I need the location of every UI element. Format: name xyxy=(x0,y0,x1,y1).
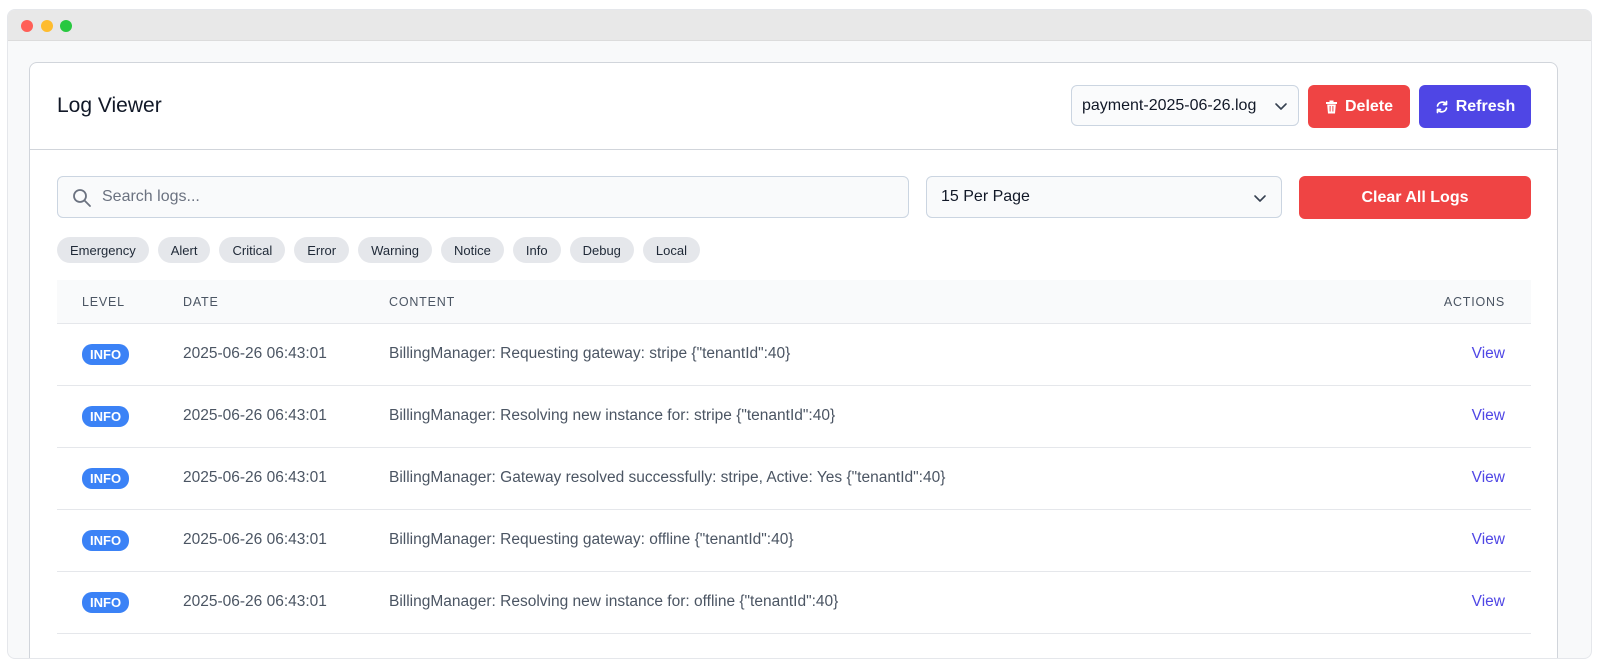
refresh-button-label: Refresh xyxy=(1455,97,1516,115)
close-window-button[interactable] xyxy=(21,20,33,32)
table-row: INFO 2025-06-26 06:43:01 BillingManager:… xyxy=(57,510,1531,572)
chevron-down-icon xyxy=(1275,103,1287,110)
table-header: LEVEL DATE CONTENT ACTIONS xyxy=(57,280,1531,324)
log-viewer-card: Log Viewer payment-2025-06-26.log Delete xyxy=(29,62,1558,658)
level-badge: INFO xyxy=(82,468,130,489)
content-cell: BillingManager: Requesting gateway: stri… xyxy=(389,345,791,362)
refresh-button[interactable]: Refresh xyxy=(1419,85,1531,128)
clear-all-logs-button[interactable]: Clear All Logs xyxy=(1299,176,1531,219)
level-badge: INFO xyxy=(82,592,130,613)
log-file-select[interactable]: payment-2025-06-26.log xyxy=(1071,85,1299,126)
table-row: INFO 2025-06-26 06:43:01 BillingManager:… xyxy=(57,324,1531,386)
date-cell: 2025-06-26 06:43:01 xyxy=(183,345,327,362)
chevron-down-icon xyxy=(1254,195,1266,202)
header-actions: ACTIONS xyxy=(1443,295,1505,309)
level-badge: INFO xyxy=(82,406,130,427)
filter-debug[interactable]: Debug xyxy=(569,237,634,263)
per-page-value: 15 Per Page xyxy=(941,188,1030,205)
filter-info[interactable]: Info xyxy=(512,237,561,263)
level-cell: INFO xyxy=(82,406,130,427)
header-date: DATE xyxy=(183,295,219,309)
view-link[interactable]: View xyxy=(1472,345,1505,363)
search-input[interactable]: Search logs... xyxy=(57,176,909,218)
refresh-icon xyxy=(1436,100,1448,113)
level-badge: INFO xyxy=(82,344,130,365)
content-cell: BillingManager: Gateway resolved success… xyxy=(389,469,946,486)
header-content: CONTENT xyxy=(389,295,456,309)
clear-all-logs-label: Clear All Logs xyxy=(1361,188,1469,206)
view-link[interactable]: View xyxy=(1472,407,1505,425)
maximize-window-button[interactable] xyxy=(60,20,72,32)
delete-button[interactable]: Delete xyxy=(1308,85,1410,128)
search-icon xyxy=(73,189,91,207)
browser-window: Log Viewer payment-2025-06-26.log Delete xyxy=(7,9,1592,659)
filter-critical[interactable]: Critical xyxy=(219,237,286,263)
filter-emergency[interactable]: Emergency xyxy=(57,237,149,263)
level-cell: INFO xyxy=(82,468,130,489)
search-placeholder: Search logs... xyxy=(102,188,200,205)
level-badge: INFO xyxy=(82,530,130,551)
filter-error[interactable]: Error xyxy=(294,237,350,263)
view-link[interactable]: View xyxy=(1472,593,1505,611)
level-cell: INFO xyxy=(82,530,130,551)
trash-icon xyxy=(1325,100,1337,113)
page-title: Log Viewer xyxy=(57,94,162,117)
log-file-select-value: payment-2025-06-26.log xyxy=(1082,96,1257,114)
title-bar xyxy=(8,10,1591,41)
logs-table: LEVEL DATE CONTENT ACTIONS INFO 2025-06-… xyxy=(57,280,1531,634)
date-cell: 2025-06-26 06:43:01 xyxy=(183,593,327,610)
header-level: LEVEL xyxy=(82,295,125,309)
content-cell: BillingManager: Resolving new instance f… xyxy=(389,407,836,424)
filter-notice[interactable]: Notice xyxy=(441,237,504,263)
content-cell: BillingManager: Resolving new instance f… xyxy=(389,593,839,610)
level-filters: Emergency Alert Critical Error Warning N… xyxy=(57,237,700,263)
card-header: Log Viewer payment-2025-06-26.log Delete xyxy=(30,63,1557,150)
minimize-window-button[interactable] xyxy=(41,20,53,32)
per-page-select[interactable]: 15 Per Page xyxy=(926,176,1282,218)
table-row: INFO 2025-06-26 06:43:01 BillingManager:… xyxy=(57,386,1531,448)
filter-warning[interactable]: Warning xyxy=(358,237,433,263)
level-cell: INFO xyxy=(82,592,130,613)
filter-local[interactable]: Local xyxy=(642,237,700,263)
date-cell: 2025-06-26 06:43:01 xyxy=(183,469,327,486)
view-link[interactable]: View xyxy=(1472,469,1505,487)
table-row: INFO 2025-06-26 06:43:01 BillingManager:… xyxy=(57,572,1531,634)
filter-alert[interactable]: Alert xyxy=(157,237,211,263)
view-link[interactable]: View xyxy=(1472,531,1505,549)
delete-button-label: Delete xyxy=(1344,97,1394,115)
content-cell: BillingManager: Requesting gateway: offl… xyxy=(389,531,794,548)
table-row: INFO 2025-06-26 06:43:01 BillingManager:… xyxy=(57,448,1531,510)
date-cell: 2025-06-26 06:43:01 xyxy=(183,531,327,548)
date-cell: 2025-06-26 06:43:01 xyxy=(183,407,327,424)
level-cell: INFO xyxy=(82,344,130,365)
